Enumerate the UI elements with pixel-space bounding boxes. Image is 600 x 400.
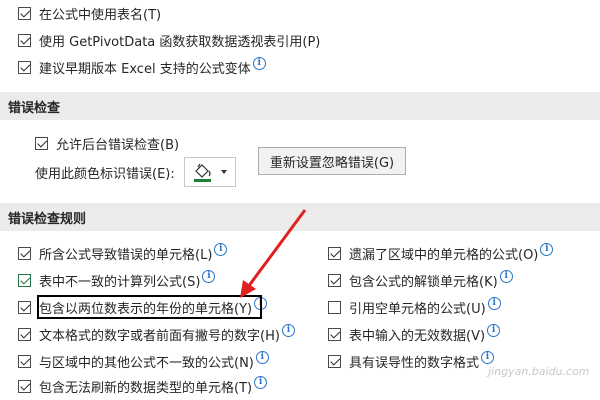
section-title: 错误检查 <box>8 100 61 116</box>
checkbox[interactable] <box>328 273 341 287</box>
error-color-picker[interactable] <box>184 157 236 187</box>
info-icon[interactable]: i <box>487 323 501 337</box>
checkbox[interactable] <box>328 327 341 341</box>
rule-label: 引用空单元格的公式(U) <box>349 301 486 317</box>
checkbox[interactable] <box>18 354 31 368</box>
option-label: 允许后台错误检查(B) <box>56 137 180 153</box>
rule-inconsistent-formulas[interactable]: 与区域中的其他公式不一致的公式(N) i <box>18 350 269 371</box>
option-use-table-names[interactable]: 在公式中使用表名(T) <box>18 3 161 23</box>
color-label: 使用此颜色标识错误(E): <box>35 166 175 182</box>
watermark: jingyan.baidu.com <box>488 365 590 378</box>
rule-label: 所含公式导致错误的单元格(L) <box>39 247 213 263</box>
info-icon[interactable]: i <box>481 350 495 364</box>
info-icon[interactable]: i <box>254 375 268 389</box>
info-icon[interactable]: i <box>540 242 554 256</box>
info-icon[interactable]: i <box>202 269 216 283</box>
section-header-error-rules: 错误检查规则 <box>0 203 600 231</box>
rule-label: 文本格式的数字或者前面有撇号的数字(H) <box>39 328 280 344</box>
checkbox[interactable] <box>18 379 31 393</box>
checkbox[interactable] <box>18 6 31 20</box>
rule-formulas-result-in-errors[interactable]: 所含公式导致错误的单元格(L) i <box>18 242 228 263</box>
checkbox[interactable] <box>18 327 31 341</box>
checkbox[interactable] <box>18 300 31 314</box>
section-title: 错误检查规则 <box>8 211 87 227</box>
option-background-error-checking[interactable]: 允许后台错误检查(B) <box>35 133 179 153</box>
rule-label: 包含公式的解锁单元格(K) <box>349 274 498 290</box>
rule-label: 遗漏了区域中的单元格的公式(O) <box>349 247 539 263</box>
rule-unrefreshable-data-types[interactable]: 包含无法刷新的数据类型的单元格(T) i <box>18 375 268 396</box>
paint-bucket-icon <box>194 163 227 182</box>
rule-inconsistent-calculated-column[interactable]: 表中不一致的计算列公式(S) i <box>18 269 216 290</box>
rule-omitted-cells[interactable]: 遗漏了区域中的单元格的公式(O) i <box>328 242 554 263</box>
reset-ignored-errors-button[interactable]: 重新设置忽略错误(G) <box>258 147 406 175</box>
option-getpivotdata[interactable]: 使用 GetPivotData 函数获取数据透视表引用(P) <box>18 30 320 50</box>
rule-misleading-number-formats[interactable]: 具有误导性的数字格式 i <box>328 350 495 371</box>
rule-label: 包含无法刷新的数据类型的单元格(T) <box>39 380 253 396</box>
checkbox[interactable] <box>328 246 341 260</box>
option-formula-variants[interactable]: 建议早期版本 Excel 支持的公式变体 i <box>18 56 266 77</box>
rule-label: 与区域中的其他公式不一致的公式(N) <box>39 355 254 371</box>
info-icon[interactable]: i <box>252 56 266 70</box>
option-label: 建议早期版本 Excel 支持的公式变体 <box>39 61 251 77</box>
checkbox[interactable] <box>18 33 31 47</box>
checkbox[interactable] <box>328 300 341 314</box>
rule-empty-cell-references[interactable]: 引用空单元格的公式(U) i <box>328 296 501 317</box>
option-label: 在公式中使用表名(T) <box>39 7 162 23</box>
checkbox[interactable] <box>18 246 31 260</box>
checkbox[interactable] <box>18 273 31 287</box>
chevron-down-icon <box>221 170 227 174</box>
checkbox[interactable] <box>328 354 341 368</box>
info-icon[interactable]: i <box>499 269 513 283</box>
rule-numbers-as-text[interactable]: 文本格式的数字或者前面有撇号的数字(H) i <box>18 323 295 344</box>
highlight-box <box>37 295 262 319</box>
section-header-error-checking: 错误检查 <box>0 92 600 120</box>
rule-label: 表中不一致的计算列公式(S) <box>39 274 201 290</box>
info-icon[interactable]: i <box>281 323 295 337</box>
error-color-label: 使用此颜色标识错误(E): <box>35 162 175 182</box>
rule-label: 表中输入的无效数据(V) <box>349 328 486 344</box>
info-icon[interactable]: i <box>487 296 501 310</box>
checkbox[interactable] <box>35 136 48 150</box>
checkbox[interactable] <box>18 60 31 74</box>
rule-label: 具有误导性的数字格式 <box>349 355 480 371</box>
info-icon[interactable]: i <box>214 242 228 256</box>
rule-invalid-table-data[interactable]: 表中输入的无效数据(V) i <box>328 323 501 344</box>
rule-unlocked-formula-cells[interactable]: 包含公式的解锁单元格(K) i <box>328 269 513 290</box>
option-label: 使用 GetPivotData 函数获取数据透视表引用(P) <box>39 34 321 50</box>
info-icon[interactable]: i <box>255 350 269 364</box>
